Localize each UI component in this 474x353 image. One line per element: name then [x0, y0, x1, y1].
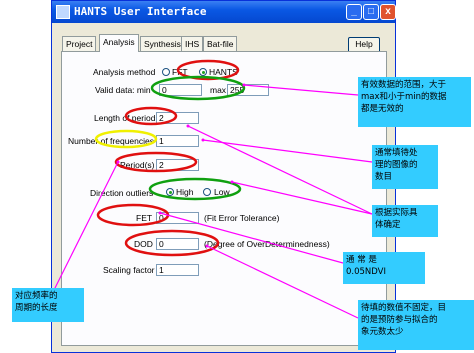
length-of-period-input[interactable]: 2 — [156, 112, 199, 124]
valid-data-min-input[interactable]: 0 — [159, 84, 202, 96]
tab-synthesis[interactable]: Synthesis — [140, 36, 185, 51]
dod-hint: (Degree of OverDeterminedness) — [204, 239, 330, 249]
image-count-note: 通常填待处 理的图像的 数目 — [372, 145, 438, 189]
analysis-panel: Analysis method FFT HANTS Valid data: mi… — [61, 51, 387, 346]
scaling-factor-label: Scaling factor — [103, 265, 155, 275]
number-of-frequencies-label: Number of frequencies — [68, 136, 154, 146]
fet-label: FET — [136, 213, 153, 223]
fet-input[interactable]: 0 — [156, 212, 199, 224]
scaling-factor-input[interactable]: 1 — [156, 264, 199, 276]
tab-analysis[interactable]: Analysis — [99, 34, 139, 52]
low-option-label: Low — [214, 187, 230, 197]
dod-input[interactable]: 0 — [156, 238, 199, 250]
period-length-note: 对应频率的 周期的长度 — [12, 288, 84, 322]
number-of-frequencies-input[interactable]: 1 — [156, 135, 199, 147]
fet-determine-note: 根据实际具 体确定 — [372, 205, 438, 237]
valid-range-note: 有效数据的范围，大于 max和小于min的数据 都是无效的 — [358, 77, 471, 127]
minimize-button[interactable]: _ — [346, 4, 362, 20]
fft-option-label: FFT — [172, 67, 188, 77]
hants-radio[interactable] — [199, 68, 207, 76]
close-button[interactable]: x — [380, 4, 396, 20]
tab-ihs[interactable]: IHS — [181, 36, 204, 51]
fft-radio[interactable] — [162, 68, 170, 76]
app-icon — [56, 5, 70, 19]
hants-window: HANTS User Interface _ □ x Project Analy… — [51, 0, 396, 353]
fet-hint: (Fit Error Tolerance) — [204, 213, 280, 223]
tab-bat-file[interactable]: Bat-file — [203, 36, 238, 51]
dod-label: DOD — [134, 239, 153, 249]
valid-data-max-input[interactable]: 255 — [227, 84, 269, 96]
low-radio[interactable] — [203, 188, 211, 196]
analysis-method-label: Analysis method — [93, 67, 156, 77]
length-of-period-label: Length of period — [94, 113, 156, 123]
direction-outliers-label: Direction outliers — [90, 188, 154, 198]
title-bar[interactable]: HANTS User Interface _ □ x — [52, 1, 396, 23]
periods-input[interactable]: 2 — [156, 159, 199, 171]
high-radio[interactable] — [166, 188, 174, 196]
ndvi-note: 通 常 是 0.05NDVI — [343, 252, 425, 284]
maximize-button[interactable]: □ — [363, 4, 379, 20]
dod-note: 待填的数值不固定，目 的是预防参与拟合的 象元数太少 — [358, 300, 474, 350]
hants-option-label: HANTS — [209, 67, 238, 77]
valid-data-min-label: Valid data: min — [95, 85, 151, 95]
periods-label: Period(s) — [120, 160, 155, 170]
tab-project[interactable]: Project — [62, 36, 97, 51]
window-title: HANTS User Interface — [74, 5, 207, 18]
valid-data-max-label: max — [210, 85, 227, 95]
high-option-label: High — [176, 187, 194, 197]
